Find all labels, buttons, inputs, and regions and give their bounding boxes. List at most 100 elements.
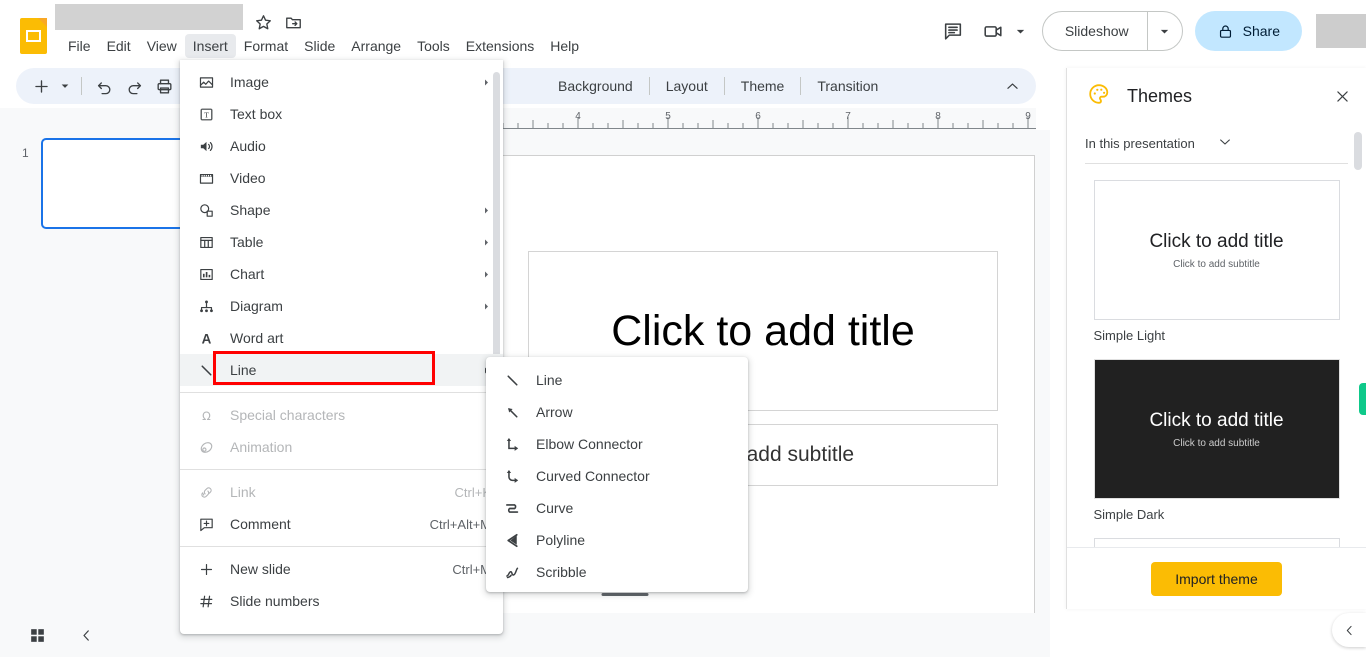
menu-item-audio[interactable]: Audio xyxy=(180,130,503,162)
theme-thumbnail-simple-light[interactable]: Click to add title Click to add subtitle xyxy=(1093,180,1340,320)
theme-thumbnail-simple-dark[interactable]: Click to add title Click to add subtitle xyxy=(1093,359,1340,499)
menu-view[interactable]: View xyxy=(139,34,185,58)
menu-item-image[interactable]: Image xyxy=(180,66,503,98)
document-title-input[interactable] xyxy=(55,4,243,30)
slide-thumbnail[interactable] xyxy=(41,138,201,229)
chevron-down-icon xyxy=(1217,134,1349,153)
animation-icon xyxy=(196,437,216,457)
slides-logo-icon xyxy=(20,18,47,54)
insert-menu-popup[interactable]: Image T Text box Audio Video Shape Table… xyxy=(180,60,503,634)
menu-insert[interactable]: Insert xyxy=(184,34,236,58)
curved-connector-icon xyxy=(502,466,522,486)
menu-arrange[interactable]: Arrange xyxy=(343,34,409,58)
theme-thumbnail-streamline[interactable]: Click to add title xyxy=(1093,538,1340,547)
toolbar-layout[interactable]: Layout xyxy=(657,73,717,99)
image-icon xyxy=(196,72,216,92)
theme-name: Simple Light xyxy=(1093,328,1166,343)
chevron-right-icon xyxy=(482,202,491,218)
menu-item-new-slide[interactable]: New slide Ctrl+M xyxy=(180,553,503,585)
themes-panel-header: Themes xyxy=(1067,68,1366,124)
chevron-up-icon[interactable] xyxy=(998,72,1026,100)
app-header: File Edit View Insert Format Slide Arran… xyxy=(0,0,1366,62)
submenu-item-line[interactable]: Line xyxy=(486,364,748,396)
plus-icon[interactable] xyxy=(26,71,56,101)
menu-item-shape[interactable]: Shape xyxy=(180,194,503,226)
title-placeholder-text: Click to add title xyxy=(611,306,915,355)
svg-text:Ω: Ω xyxy=(202,408,211,422)
menu-item-label: Comment xyxy=(230,516,291,532)
menu-format[interactable]: Format xyxy=(236,34,296,58)
submenu-item-arrow[interactable]: Arrow xyxy=(486,396,748,428)
diagram-icon xyxy=(196,296,216,316)
new-slide-dropdown-icon[interactable] xyxy=(56,71,74,101)
menu-edit[interactable]: Edit xyxy=(99,34,139,58)
menu-file[interactable]: File xyxy=(60,34,99,58)
comment-history-icon[interactable] xyxy=(933,11,973,51)
menu-item-diagram[interactable]: Diagram xyxy=(180,290,503,322)
submenu-item-scribble[interactable]: Scribble xyxy=(486,556,748,588)
print-icon[interactable] xyxy=(149,71,179,101)
menu-item-word-art[interactable]: A Word art xyxy=(180,322,503,354)
submenu-item-curved-connector[interactable]: Curved Connector xyxy=(486,460,748,492)
panel-collapse-button[interactable] xyxy=(1332,613,1366,647)
line-submenu-popup[interactable]: Line Arrow Elbow Connector Curved Connec… xyxy=(486,357,748,592)
video-icon xyxy=(196,168,216,188)
submenu-item-label: Scribble xyxy=(536,564,587,580)
menu-item-link: Link Ctrl+K xyxy=(180,476,503,508)
menu-divider xyxy=(180,392,503,393)
toolbar-theme[interactable]: Theme xyxy=(732,73,794,99)
submenu-item-curve[interactable]: Curve xyxy=(486,492,748,524)
avatar[interactable] xyxy=(1316,14,1366,48)
themes-scrollbar[interactable] xyxy=(1354,132,1362,170)
menu-tools[interactable]: Tools xyxy=(409,34,458,58)
menu-extensions[interactable]: Extensions xyxy=(458,34,542,58)
slideshow-dropdown-icon[interactable] xyxy=(1148,12,1182,50)
theme-filter-label: In this presentation xyxy=(1085,136,1195,151)
menu-item-slide-numbers[interactable]: Slide numbers xyxy=(180,585,503,617)
feedback-tab[interactable] xyxy=(1359,383,1366,415)
curve-icon xyxy=(502,498,522,518)
line-icon xyxy=(196,360,216,380)
video-camera-icon[interactable] xyxy=(973,11,1013,51)
menu-item-video[interactable]: Video xyxy=(180,162,503,194)
move-to-folder-icon[interactable] xyxy=(284,13,303,32)
menu-divider-3 xyxy=(180,546,503,547)
import-theme-button[interactable]: Import theme xyxy=(1151,561,1282,596)
list-item[interactable]: Click to add title xyxy=(1093,538,1340,547)
menu-item-line[interactable]: Line xyxy=(180,354,503,386)
undo-icon[interactable] xyxy=(89,71,119,101)
submenu-item-polyline[interactable]: Polyline xyxy=(486,524,748,556)
close-icon[interactable] xyxy=(1326,80,1358,112)
menu-item-label: Special characters xyxy=(230,407,346,423)
submenu-item-elbow-connector[interactable]: Elbow Connector xyxy=(486,428,748,460)
menu-item-chart[interactable]: Chart xyxy=(180,258,503,290)
menu-item-text-box[interactable]: T Text box xyxy=(180,98,503,130)
chevron-down-icon[interactable] xyxy=(1015,26,1026,37)
list-item[interactable]: Click to add title Click to add subtitle… xyxy=(1093,359,1340,522)
menu-item-comment[interactable]: Comment Ctrl+Alt+M xyxy=(180,508,503,540)
word-art-icon: A xyxy=(196,328,216,348)
menu-item-table[interactable]: Table xyxy=(180,226,503,258)
grid-view-icon[interactable] xyxy=(21,619,53,651)
menu-item-label: Slide numbers xyxy=(230,593,320,609)
menu-help[interactable]: Help xyxy=(542,34,587,58)
redo-icon[interactable] xyxy=(119,71,149,101)
theme-list[interactable]: Click to add title Click to add subtitle… xyxy=(1067,168,1366,547)
chevron-left-icon[interactable] xyxy=(70,619,102,651)
toolbar-divider-3 xyxy=(648,77,650,95)
list-item[interactable]: Click to add title Click to add subtitle… xyxy=(1093,180,1340,343)
google-slides-window: File Edit View Insert Format Slide Arran… xyxy=(0,0,1366,657)
ruler-label: 8 xyxy=(935,111,941,122)
slide-filmstrip: 1 xyxy=(0,108,201,617)
meet-button[interactable] xyxy=(973,11,1032,51)
menu-slide[interactable]: Slide xyxy=(296,34,343,58)
toolbar-background[interactable]: Background xyxy=(549,73,642,99)
share-button[interactable]: Share xyxy=(1194,11,1302,51)
theme-filter-dropdown[interactable]: In this presentation xyxy=(1085,124,1348,164)
list-item[interactable]: 1 xyxy=(0,122,201,229)
speaker-notes-resize-handle[interactable] xyxy=(601,593,649,596)
toolbar-transition[interactable]: Transition xyxy=(808,73,887,99)
slideshow-button[interactable]: Slideshow xyxy=(1041,11,1183,51)
menu-item-label: Video xyxy=(230,170,266,186)
star-icon[interactable] xyxy=(254,13,273,32)
